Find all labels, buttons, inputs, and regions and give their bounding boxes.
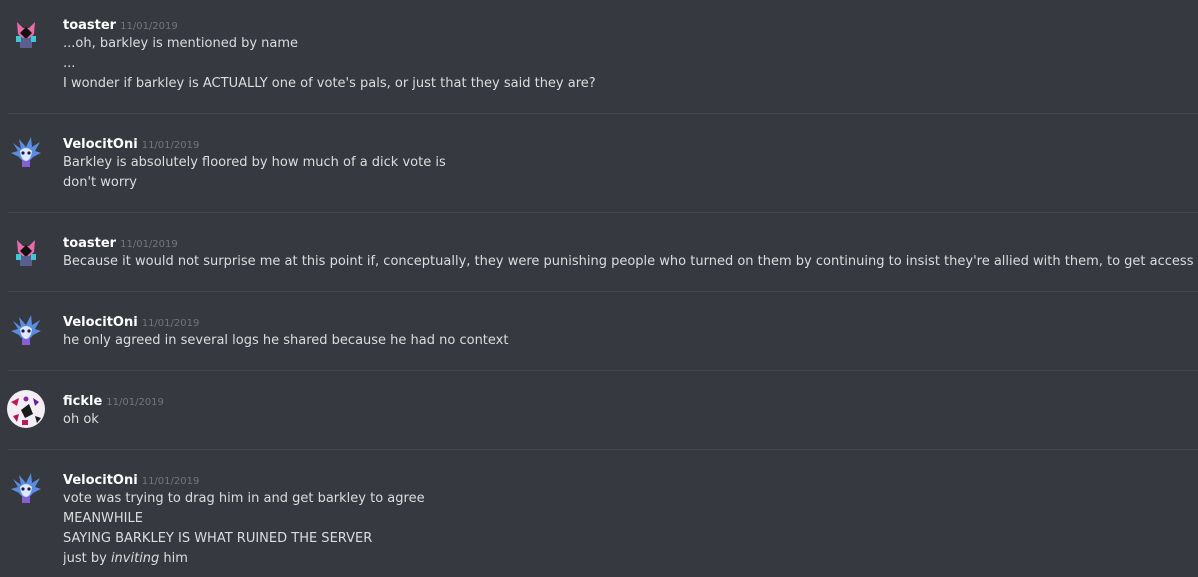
message-line: Because it would not surprise me at this… <box>63 254 1198 269</box>
message-content: oh ok <box>63 410 1198 430</box>
message-line: I wonder if barkley is ACTUALLY one of v… <box>63 76 596 91</box>
message-content: ...oh, barkley is mentioned by name ... … <box>63 34 1198 94</box>
username[interactable]: VelocitOni <box>63 137 138 152</box>
message: toaster 11/01/2019 Because it would not s… <box>0 212 1198 312</box>
text-prefix: just by <box>63 551 111 566</box>
text-suffix: him <box>159 551 188 566</box>
message-divider <box>8 291 1198 292</box>
username[interactable]: VelocitOni <box>63 315 138 330</box>
message-line: he only agreed in several logs he shared… <box>63 333 509 348</box>
message-line: ... <box>63 56 76 71</box>
message-content: Because it would not surprise me at this… <box>63 252 1198 272</box>
timestamp: 11/01/2019 <box>120 21 178 32</box>
message-header: fickle 11/01/2019 <box>63 390 164 410</box>
username[interactable]: toaster <box>63 236 116 251</box>
message-line: don't worry <box>63 175 137 190</box>
message-line: just by inviting him <box>63 549 1198 569</box>
timestamp: 11/01/2019 <box>141 318 200 329</box>
message-header: VelocitOni 11/01/2019 <box>63 469 199 489</box>
timestamp: 11/01/2019 <box>141 476 200 487</box>
message-header: toaster 11/01/2019 <box>63 14 178 34</box>
username[interactable]: toaster <box>63 18 116 33</box>
message: VelocitOni 11/01/2019 he only agreed in s… <box>0 291 1198 391</box>
message-header: VelocitOni 11/01/2019 <box>63 133 199 153</box>
toaster-avatar[interactable] <box>7 14 45 52</box>
message-line: Barkley is absolutely floored by how muc… <box>63 155 446 170</box>
toaster-avatar[interactable] <box>7 232 45 270</box>
message-line: ...oh, barkley is mentioned by name <box>63 36 299 51</box>
message-header: VelocitOni 11/01/2019 <box>63 311 199 331</box>
timestamp: 11/01/2019 <box>106 397 164 408</box>
message: fickle 11/01/2019 oh ok <box>0 370 1198 470</box>
emphasized-text: inviting <box>110 551 160 566</box>
message-line: vote was trying to drag him in and get b… <box>63 491 425 506</box>
message-line: oh ok <box>63 412 99 427</box>
message-line: MEANWHILE <box>63 511 143 526</box>
velocitoni-avatar[interactable] <box>7 311 45 349</box>
timestamp: 11/01/2019 <box>120 239 178 250</box>
message: VelocitOni 11/01/2019 vote was trying to … <box>0 449 1198 577</box>
message-divider <box>8 212 1198 213</box>
velocitoni-avatar[interactable] <box>7 469 45 507</box>
message-content: he only agreed in several logs he shared… <box>63 331 1198 351</box>
timestamp: 11/01/2019 <box>141 140 200 151</box>
message: VelocitOni 11/01/2019 Barkley is absolute… <box>0 113 1198 213</box>
message-line: SAYING BARKLEY IS WHAT RUINED THE SERVER <box>63 531 373 546</box>
fickle-avatar[interactable] <box>7 390 45 428</box>
chat-messages: toaster 11/01/2019 ...oh, barkley is ment… <box>0 0 1198 577</box>
message-divider <box>8 113 1198 114</box>
message-header: toaster 11/01/2019 <box>63 232 178 252</box>
message-content: Barkley is absolutely floored by how muc… <box>63 153 1198 193</box>
message-content: vote was trying to drag him in and get b… <box>63 489 1198 569</box>
message: toaster 11/01/2019 ...oh, barkley is ment… <box>0 14 1198 94</box>
message-divider <box>8 449 1198 450</box>
username[interactable]: fickle <box>63 394 102 409</box>
message-divider <box>8 370 1198 371</box>
username[interactable]: VelocitOni <box>63 473 138 488</box>
velocitoni-avatar[interactable] <box>7 133 45 171</box>
